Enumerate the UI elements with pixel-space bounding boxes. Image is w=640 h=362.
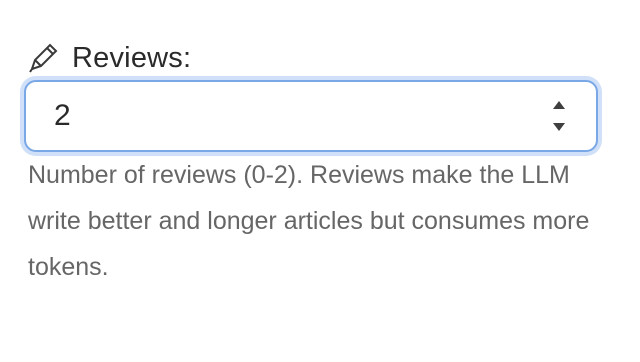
triangle-up-icon[interactable] xyxy=(546,96,572,114)
triangle-down-icon[interactable] xyxy=(546,118,572,136)
reviews-label-row: Reviews: xyxy=(26,38,191,78)
reviews-number-input[interactable] xyxy=(44,94,524,138)
reviews-field-group: Reviews: Number of reviews (0-2). Review… xyxy=(0,0,640,362)
reviews-help-text: Number of reviews (0-2). Reviews make th… xyxy=(28,161,590,281)
reviews-label: Reviews: xyxy=(72,41,192,74)
number-spinner[interactable] xyxy=(546,96,572,136)
pencil-icon xyxy=(26,41,60,75)
reviews-number-input-wrapper[interactable] xyxy=(24,80,598,152)
